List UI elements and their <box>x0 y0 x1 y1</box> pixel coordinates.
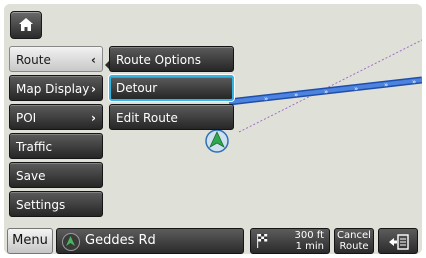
main-menu: Route ‹ Map Display › POI › Traffic Save… <box>9 46 103 220</box>
menu-item-route[interactable]: Route ‹ <box>9 46 103 72</box>
cancel-route-button[interactable]: Cancel Route <box>334 228 374 254</box>
menu-item-map-display[interactable]: Map Display › <box>9 75 103 101</box>
nav-screen: » » » » » » Route ‹ Map Display › POI › <box>4 4 422 254</box>
svg-text:»: » <box>264 95 268 103</box>
submenu-item-detour[interactable]: Detour <box>109 75 234 101</box>
menu-item-save[interactable]: Save <box>9 162 103 188</box>
submenu-item-label: Route Options <box>116 53 201 67</box>
menu-item-label: Map Display <box>16 82 90 96</box>
distance-value: 300 ft <box>294 230 324 241</box>
menu-item-poi[interactable]: POI › <box>9 104 103 130</box>
current-street-name: Geddes Rd <box>85 233 156 248</box>
home-icon <box>19 18 33 31</box>
cancel-route-label-line1: Cancel <box>337 230 371 241</box>
cancel-route-label-line2: Route <box>339 241 369 252</box>
menu-item-label: POI <box>16 111 37 125</box>
menu-item-label: Save <box>16 169 46 183</box>
chevron-left-icon: ‹ <box>91 53 96 67</box>
route-submenu: Route Options Detour Edit Route <box>109 46 234 133</box>
svg-text:»: » <box>384 81 388 89</box>
svg-text:»: » <box>354 85 358 93</box>
vehicle-position-icon <box>205 129 229 153</box>
submenu-item-label: Detour <box>116 81 158 95</box>
chevron-right-icon: › <box>91 111 96 125</box>
menu-item-settings[interactable]: Settings <box>9 191 103 217</box>
distance-time: 300 ft 1 min <box>294 230 324 252</box>
svg-text:»: » <box>412 78 416 86</box>
home-button[interactable] <box>10 11 42 39</box>
submenu-item-label: Edit Route <box>116 111 178 125</box>
svg-text:»: » <box>294 91 298 99</box>
compass-icon[interactable] <box>62 233 80 251</box>
destination-flag-icon <box>257 234 268 248</box>
menu-item-label: Traffic <box>16 140 53 154</box>
submenu-item-edit-route[interactable]: Edit Route <box>109 104 234 130</box>
menu-button[interactable]: Menu <box>7 228 53 254</box>
next-turn-info[interactable]: 300 ft 1 min <box>250 228 330 254</box>
time-value: 1 min <box>295 241 324 252</box>
submenu-item-route-options[interactable]: Route Options <box>109 46 234 72</box>
menu-item-label: Route <box>16 53 51 67</box>
svg-text:»: » <box>324 88 328 96</box>
exit-icon <box>389 234 409 250</box>
chevron-right-icon: › <box>91 82 96 96</box>
menu-item-traffic[interactable]: Traffic <box>9 133 103 159</box>
exit-button[interactable] <box>378 228 418 254</box>
menu-item-label: Settings <box>16 198 66 212</box>
current-street-bar: Geddes Rd <box>56 228 244 254</box>
bottom-bar: Menu Geddes Rd 300 ft 1 min Cancel Route <box>4 226 422 254</box>
